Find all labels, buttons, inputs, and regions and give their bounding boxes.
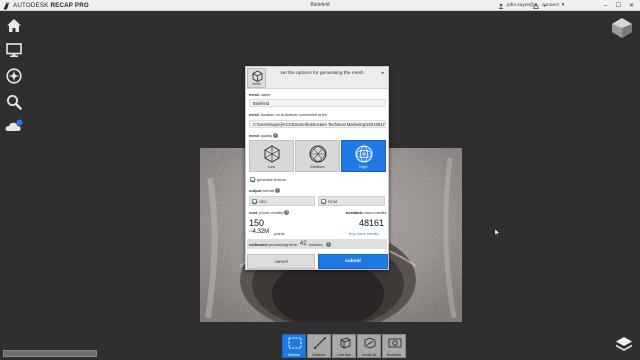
tool-limit-box-label: Limit Box xyxy=(337,353,351,357)
left-sidebar xyxy=(0,11,28,141)
help-icon[interactable]: ? xyxy=(274,188,280,194)
home-icon[interactable] xyxy=(5,16,23,34)
maximize-button[interactable]: ☐ xyxy=(612,0,625,11)
compass-icon[interactable] xyxy=(5,67,23,85)
mesh-quality-label: mesh quality? xyxy=(249,133,279,139)
submit-button[interactable]: submit xyxy=(318,254,388,269)
mesh-location-label: mesh location on Autodesk connected driv… xyxy=(249,112,327,117)
format-obj-label: OBJ xyxy=(259,199,267,204)
format-obj-option[interactable]: OBJ xyxy=(249,196,315,206)
quality-medium-option[interactable]: Medium xyxy=(295,140,340,172)
window-controls: – ☐ ✕ xyxy=(599,0,638,11)
output-format-label: output format? xyxy=(249,188,280,194)
quality-medium-label: Medium xyxy=(310,164,325,169)
high-poly-sphere-icon xyxy=(355,145,373,163)
mesh-dialog: mesh set the options for generating the … xyxy=(245,66,389,270)
quality-low-label: Low xyxy=(267,164,276,169)
available-credits-label: available cloud credits xyxy=(346,210,387,215)
tool-realview-label: RealView xyxy=(386,353,402,357)
realview-icon xyxy=(388,338,402,348)
available-credits-value: 48161 xyxy=(359,218,385,228)
autodesk-logo-icon xyxy=(3,2,10,9)
mesh-tab[interactable]: mesh xyxy=(247,68,266,88)
connect-label: connect xyxy=(542,3,559,8)
mesh-tab-label: mesh xyxy=(252,82,261,86)
mesh-name-label: mesh name xyxy=(249,92,271,97)
mesh-cube-icon xyxy=(252,70,263,82)
autodesk-connect-icon xyxy=(533,2,539,9)
title-bar: AUTODESK RECAP PRO Bielefeld john.sayre@… xyxy=(0,0,640,11)
estimated-time-label: estimated processing time: xyxy=(249,241,298,247)
low-poly-sphere-icon xyxy=(264,145,280,163)
tool-window[interactable]: Window xyxy=(282,334,306,358)
tool-window-label: Window xyxy=(287,353,301,357)
quality-high-label: High xyxy=(359,164,368,169)
brand: AUTODESK RECAP PRO xyxy=(3,1,89,10)
format-rcm-option[interactable]: RCM xyxy=(318,196,385,206)
checkbox-checked-icon xyxy=(252,199,257,204)
checkbox-checked-icon xyxy=(321,199,326,204)
brand-name: AUTODESK RECAP PRO xyxy=(13,2,89,9)
estimated-time-value: 42 xyxy=(299,241,307,247)
generate-texture-label: generate texture xyxy=(257,177,287,182)
minimize-button[interactable]: – xyxy=(599,0,612,11)
cloud-icon[interactable] xyxy=(5,117,23,135)
search-icon[interactable] xyxy=(5,93,23,111)
dialog-header: mesh set the options for generating the … xyxy=(246,67,388,89)
cost-label: cost (cloud credits)? xyxy=(249,210,290,216)
unclip-all-icon xyxy=(364,337,376,349)
collapse-arrow-icon[interactable]: ▸ xyxy=(378,68,388,78)
tool-realview[interactable]: RealView xyxy=(382,334,406,358)
chevron-down-icon: ▾ xyxy=(561,3,565,8)
user-icon xyxy=(498,3,504,9)
connect-menu[interactable]: connect ▾ xyxy=(533,1,564,10)
format-rcm-checkbox[interactable]: RCM xyxy=(321,199,337,204)
cancel-button[interactable]: cancel xyxy=(247,254,315,269)
tool-distance[interactable]: Distance xyxy=(307,334,331,358)
dialog-header-text: set the options for generating the mesh xyxy=(280,71,364,76)
help-icon[interactable]: ? xyxy=(325,241,331,247)
checkbox-checked-icon xyxy=(250,177,255,182)
buy-credits-link[interactable]: buy more credits xyxy=(349,231,379,236)
format-obj-checkbox[interactable]: OBJ xyxy=(252,199,267,204)
quality-low-option[interactable]: Low xyxy=(249,140,294,172)
limit-box-icon xyxy=(340,337,351,349)
distance-icon xyxy=(314,337,326,349)
viewcube-icon[interactable] xyxy=(611,17,633,39)
layers-icon[interactable] xyxy=(614,334,634,354)
cost-value: 150 xyxy=(249,218,265,228)
mouse-cursor-icon xyxy=(495,229,500,236)
help-icon[interactable]: ? xyxy=(273,133,279,139)
window-select-icon xyxy=(288,337,302,349)
quality-high-option[interactable]: High xyxy=(341,140,386,172)
tool-distance-label: Distance xyxy=(312,353,326,357)
bottom-toolbar: Window Distance Limit Box Unclip All Rea… xyxy=(282,334,406,359)
points-value: ~4.32M xyxy=(249,229,270,235)
tool-unclip-all-label: Unclip All xyxy=(362,353,376,357)
monitor-icon[interactable] xyxy=(5,41,23,59)
mesh-location-input[interactable]: C:\Users\sayrej\ACCDocs\Infrastructure T… xyxy=(249,120,386,128)
estimated-time-bar: estimated processing time: 42 minutes ? xyxy=(247,239,387,249)
tool-unclip-all[interactable]: Unclip All xyxy=(357,334,381,358)
mesh-name-input[interactable]: Bielefeld xyxy=(249,99,386,107)
tool-limit-box[interactable]: Limit Box xyxy=(332,334,356,358)
generate-texture-checkbox[interactable]: generate texture xyxy=(250,177,286,182)
medium-poly-sphere-icon xyxy=(309,145,327,163)
estimated-time-unit: minutes xyxy=(308,241,323,247)
points-unit: points xyxy=(274,231,285,236)
format-rcm-label: RCM xyxy=(328,199,338,204)
scale-bar xyxy=(3,350,97,357)
help-icon[interactable]: ? xyxy=(284,210,290,216)
close-button[interactable]: ✕ xyxy=(625,0,638,11)
